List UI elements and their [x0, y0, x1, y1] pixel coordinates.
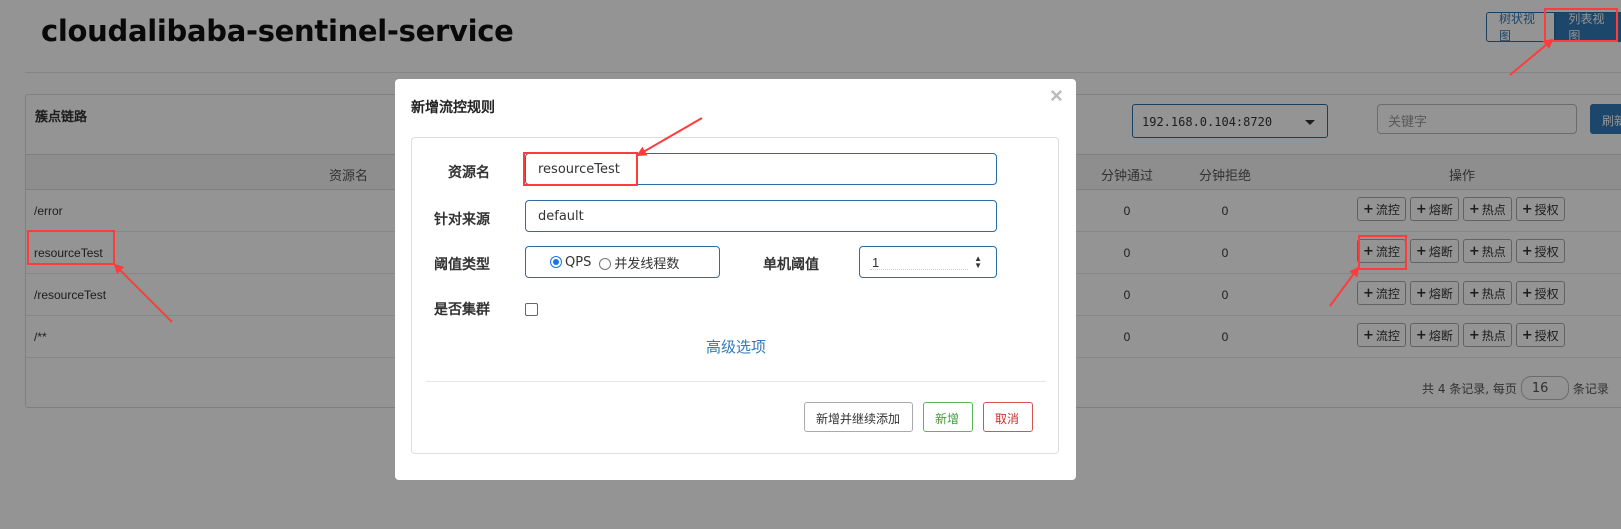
arrow-to-flow-button	[1329, 266, 1360, 307]
arrow-to-list-view	[1509, 38, 1554, 76]
annotation-arrows	[113, 38, 1554, 323]
page: cloudalibaba-sentinel-service 树状视图 列表视图 …	[0, 0, 1621, 529]
arrow-to-resource-row	[113, 263, 173, 323]
arrow-to-resource-input	[636, 117, 703, 157]
